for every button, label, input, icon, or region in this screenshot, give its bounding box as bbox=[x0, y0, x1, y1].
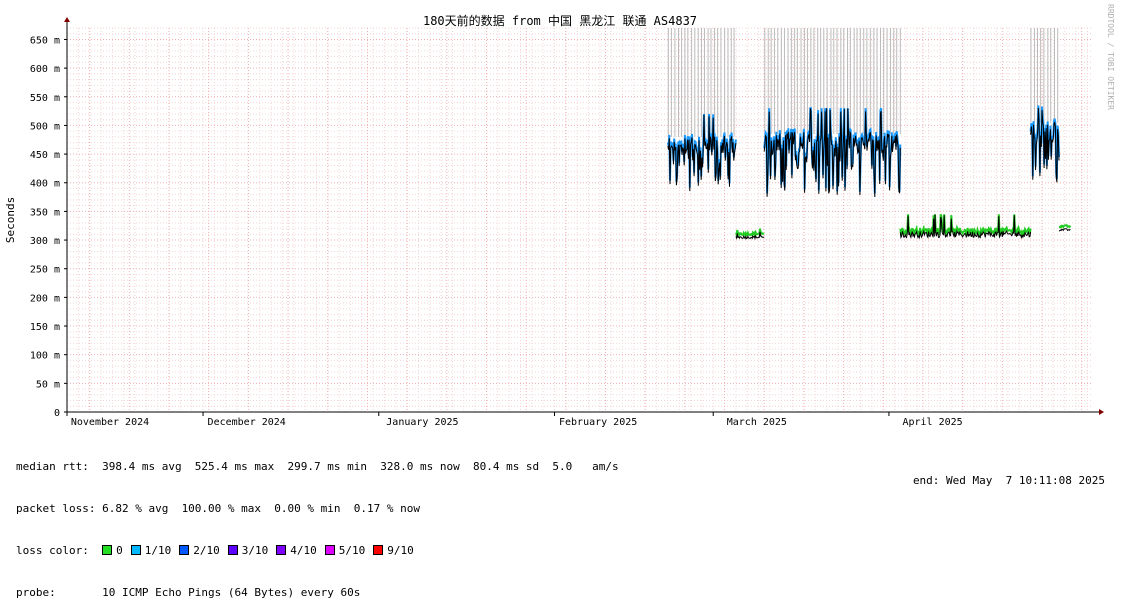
loss-color-text: 4/10 bbox=[290, 544, 317, 557]
loss-color-swatch bbox=[373, 545, 384, 555]
loss-color-text: 3/10 bbox=[241, 544, 269, 557]
loss-color-line: loss color: 0 1/10 2/10 3/10 4/10 5/10 9/10 bbox=[16, 544, 619, 558]
y-tick-label: 350 m bbox=[30, 207, 60, 218]
loss-color-item: 4/10 bbox=[276, 544, 317, 557]
y-tick-label: 450 m bbox=[30, 150, 60, 161]
grid-layer bbox=[66, 27, 1093, 412]
loss-color-item: 1/10 bbox=[130, 544, 172, 557]
loss-color-swatch bbox=[179, 545, 190, 555]
y-tick-label: 150 m bbox=[30, 322, 60, 333]
loss-color-text: 2/10 bbox=[193, 544, 220, 557]
x-tick-label: January 2025 bbox=[386, 417, 458, 428]
loss-color-text: 5/10 bbox=[338, 544, 366, 557]
latency-chart: 0 50 m 100 m 150 m 200 m 250 m 300 m 350 m 400 m… bbox=[4, 13, 1104, 428]
x-tick-label: March 2025 bbox=[727, 417, 787, 428]
y-axis-label: Seconds bbox=[4, 197, 17, 243]
loss-color-swatch bbox=[276, 545, 287, 555]
y-tick-label: 550 m bbox=[30, 93, 60, 104]
y-tick-label: 600 m bbox=[30, 64, 60, 75]
y-tick-label: 400 m bbox=[30, 179, 60, 190]
y-tick-label: 0 bbox=[54, 408, 60, 419]
x-tick-label: November 2024 bbox=[71, 417, 149, 428]
y-tick-label: 200 m bbox=[30, 293, 60, 304]
stats-legend: median rtt: 398.4 ms avg 525.4 ms max 29… bbox=[16, 432, 619, 614]
x-tick-label: February 2025 bbox=[559, 417, 637, 428]
loss-color-item: 2/10 bbox=[179, 544, 220, 557]
median-rtt-segment-3 bbox=[899, 214, 1032, 240]
rrdtool-watermark: RRDTOOL / TOBI OETIKER bbox=[1106, 4, 1115, 110]
y-axis-arrow bbox=[64, 17, 70, 22]
y-tick-label: 300 m bbox=[30, 236, 60, 247]
chart-title: 180天前的数据 from 中国 黑龙江 联通 AS4837 bbox=[423, 13, 697, 28]
y-tick-label: 500 m bbox=[30, 121, 60, 132]
loss-color-text: 0 bbox=[116, 544, 123, 557]
loss-color-swatch bbox=[130, 545, 141, 555]
loss-color-label: loss color: bbox=[16, 544, 89, 557]
y-tick-label: 250 m bbox=[30, 265, 60, 276]
loss-color-swatch bbox=[102, 545, 113, 555]
series-layer bbox=[666, 28, 1072, 241]
loss-color-items: 0 1/10 2/10 3/10 4/10 5/10 9/10 bbox=[102, 544, 422, 557]
y-tick-label: 50 m bbox=[36, 379, 60, 390]
end-time: end: Wed May 7 10:11:08 2025 bbox=[912, 474, 1105, 487]
x-tick-label: April 2025 bbox=[902, 417, 962, 428]
y-tick-label: 100 m bbox=[30, 351, 60, 362]
loss-color-swatch bbox=[227, 545, 238, 555]
loss-color-item: 0 bbox=[102, 544, 123, 557]
loss-color-text: 1/10 bbox=[144, 544, 172, 557]
loss-color-item: 5/10 bbox=[324, 544, 366, 557]
loss-color-text: 9/10 bbox=[387, 544, 414, 557]
x-axis-arrow bbox=[1099, 409, 1104, 415]
loss-color-item: 9/10 bbox=[373, 544, 414, 557]
median-rtt-line: median rtt: 398.4 ms avg 525.4 ms max 29… bbox=[16, 460, 619, 473]
probe-line: probe: 10 ICMP Echo Pings (64 Bytes) eve… bbox=[16, 586, 361, 599]
loss-color-item: 3/10 bbox=[227, 544, 269, 557]
y-tick-label: 650 m bbox=[30, 35, 60, 46]
packet-loss-line: packet loss: 6.82 % avg 100.00 % max 0.0… bbox=[16, 502, 420, 515]
loss-color-swatch bbox=[324, 545, 335, 555]
x-tick-label: December 2024 bbox=[208, 417, 286, 428]
